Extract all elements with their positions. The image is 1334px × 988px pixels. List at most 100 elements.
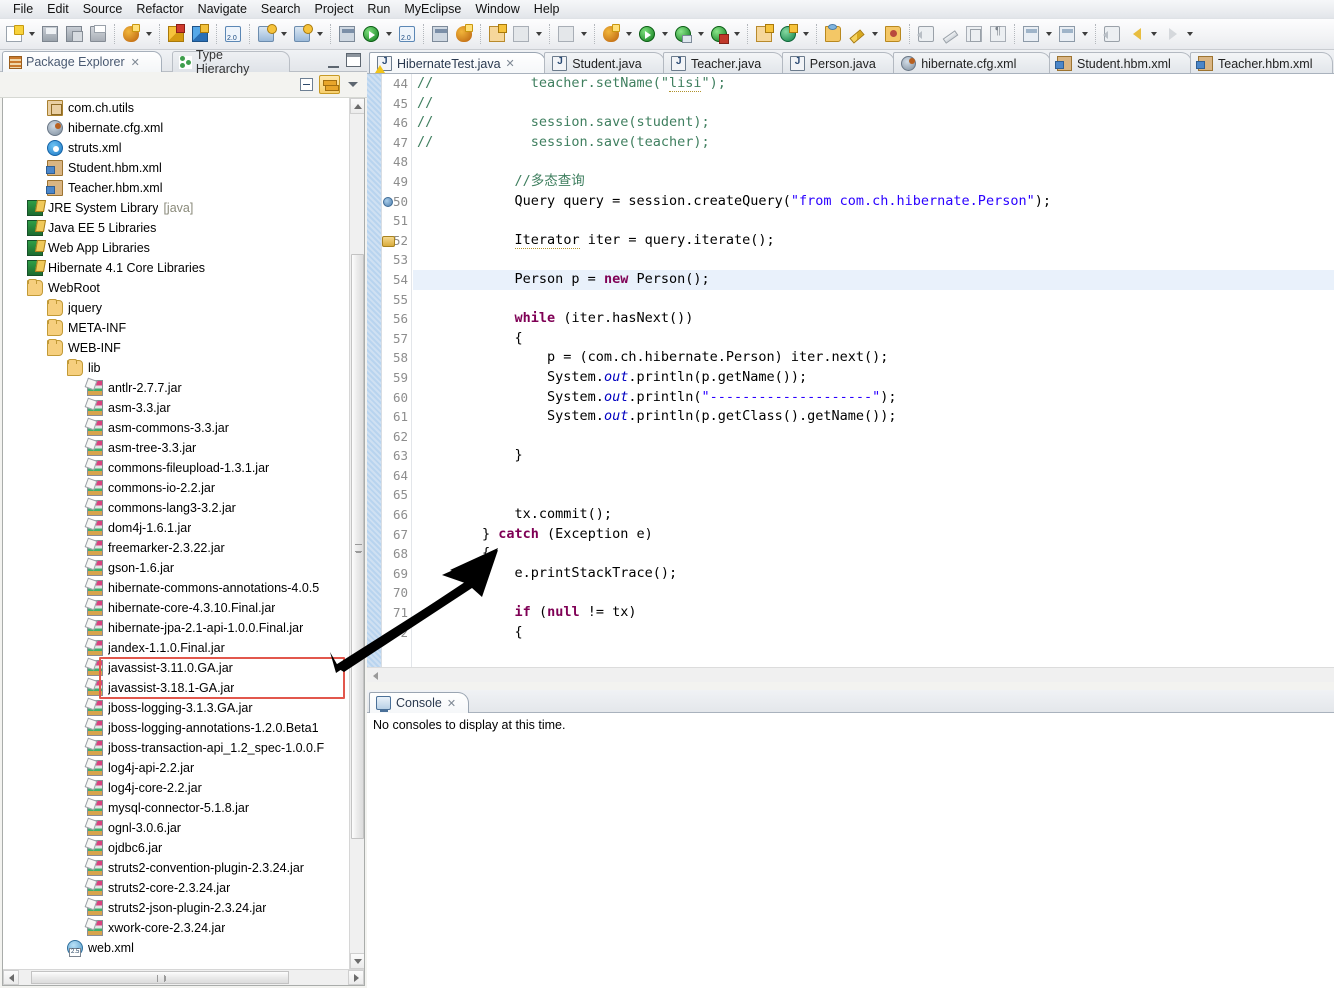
- next-annotation-button[interactable]: [1020, 23, 1042, 45]
- chevron-down-icon[interactable]: [1043, 23, 1054, 45]
- close-icon[interactable]: ✕: [131, 56, 140, 69]
- tree-item[interactable]: gson-1.6.jar: [3, 558, 349, 578]
- chevron-down-icon[interactable]: [26, 23, 37, 45]
- tree-item[interactable]: asm-tree-3.3.jar: [3, 438, 349, 458]
- menu-item-refactor[interactable]: Refactor: [129, 1, 190, 18]
- tree-item[interactable]: asm-3.3.jar: [3, 398, 349, 418]
- menu-item-help[interactable]: Help: [527, 1, 567, 18]
- menu-item-run[interactable]: Run: [360, 1, 397, 18]
- new-element-button[interactable]: [555, 23, 577, 45]
- scroll-up-button[interactable]: [350, 98, 364, 114]
- tree-item[interactable]: ojdbc6.jar: [3, 838, 349, 858]
- tab-console[interactable]: Console ✕: [369, 692, 470, 713]
- web20-tools-button[interactable]: [222, 23, 244, 45]
- edit-button[interactable]: [846, 23, 868, 45]
- link-with-editor-button[interactable]: [319, 75, 340, 94]
- tree-item[interactable]: Hibernate 4.1 Core Libraries: [3, 258, 349, 278]
- editor-tab-hibernate-cfg-xml[interactable]: hibernate.cfg.xml: [893, 52, 1051, 73]
- forward-button[interactable]: [1161, 23, 1183, 45]
- tree-item[interactable]: freemarker-2.3.22.jar: [3, 538, 349, 558]
- deploy-blue-button[interactable]: [189, 23, 211, 45]
- scroll-right-button[interactable]: [348, 970, 364, 985]
- chevron-down-icon[interactable]: [533, 23, 544, 45]
- scroll-down-button[interactable]: [350, 953, 364, 969]
- menu-item-project[interactable]: Project: [308, 1, 361, 18]
- chevron-down-icon[interactable]: [1079, 23, 1090, 45]
- tree-item[interactable]: Student.hbm.xml: [3, 158, 349, 178]
- tree-item[interactable]: WEB-INF: [3, 338, 349, 358]
- tree-item[interactable]: Teacher.hbm.xml: [3, 178, 349, 198]
- chevron-down-icon[interactable]: [1148, 23, 1159, 45]
- toggle-mark-occurrences-button[interactable]: [939, 23, 961, 45]
- tree-horizontal-scrollbar[interactable]: [3, 969, 364, 985]
- build-button[interactable]: [453, 23, 475, 45]
- chevron-down-icon[interactable]: [659, 23, 670, 45]
- open-resource-button[interactable]: [822, 23, 844, 45]
- debug-launch-button[interactable]: [672, 23, 694, 45]
- editor-tab-hibernatetest-java[interactable]: HibernateTest.java ✕: [369, 52, 547, 73]
- print-button[interactable]: [87, 23, 109, 45]
- new-package-button[interactable]: [510, 23, 532, 45]
- tree-item[interactable]: struts2-convention-plugin-2.3.24.jar: [3, 858, 349, 878]
- package-explorer-tree[interactable]: com.ch.utils hibernate.cfg.xml struts.xml S…: [3, 98, 349, 969]
- tree-item[interactable]: hibernate-commons-annotations-4.0.5: [3, 578, 349, 598]
- editor-tab-student-hbm-xml[interactable]: Student.hbm.xml: [1049, 52, 1192, 73]
- chevron-down-icon[interactable]: [1184, 23, 1195, 45]
- tree-item[interactable]: com.ch.utils: [3, 98, 349, 118]
- tab-package-explorer[interactable]: Package Explorer ✕: [2, 51, 162, 72]
- deploy-yellow-button[interactable]: [165, 23, 187, 45]
- tree-item[interactable]: xwork-core-2.3.24.jar: [3, 918, 349, 938]
- tree-item[interactable]: javassist-3.18.1-GA.jar: [3, 678, 349, 698]
- menu-item-search[interactable]: Search: [254, 1, 308, 18]
- tree-item[interactable]: struts2-json-plugin-2.3.24.jar: [3, 898, 349, 918]
- menu-item-file[interactable]: File: [6, 1, 40, 18]
- tree-item[interactable]: jandex-1.1.0.Final.jar: [3, 638, 349, 658]
- tree-item[interactable]: commons-lang3-3.2.jar: [3, 498, 349, 518]
- chevron-down-icon[interactable]: [578, 23, 589, 45]
- code-text-area[interactable]: // teacher.setName("lisi"); // // session.…: [413, 74, 1334, 682]
- tree-item[interactable]: Web App Libraries: [3, 238, 349, 258]
- tree-item[interactable]: log4j-api-2.2.jar: [3, 758, 349, 778]
- editor-tab-student-java[interactable]: Student.java: [544, 52, 665, 73]
- myeclipse-db-browser-button[interactable]: [120, 23, 142, 45]
- new-annotation-button[interactable]: [777, 23, 799, 45]
- editor-horizontal-scrollbar[interactable]: [367, 667, 1334, 682]
- tree-item[interactable]: web.xml: [3, 938, 349, 958]
- back-button[interactable]: [1125, 23, 1147, 45]
- tree-item[interactable]: WebRoot: [3, 278, 349, 298]
- java-source-editor[interactable]: 44 45 46 47 48 49 50 51 52 53 54 55 56 57 58 59 60 61 62 63…: [367, 74, 1334, 682]
- tree-item[interactable]: jboss-logging-3.1.3.GA.jar: [3, 698, 349, 718]
- run-server-button[interactable]: [255, 23, 277, 45]
- close-icon[interactable]: ✕: [506, 57, 515, 70]
- chevron-down-icon[interactable]: [869, 23, 880, 45]
- tree-item[interactable]: dom4j-1.6.1.jar: [3, 518, 349, 538]
- scroll-left-button[interactable]: [3, 970, 19, 985]
- tree-item[interactable]: hibernate-jpa-2.1-api-1.0.0.Final.jar: [3, 618, 349, 638]
- chevron-down-icon[interactable]: [800, 23, 811, 45]
- menu-item-navigate[interactable]: Navigate: [191, 1, 254, 18]
- profile-launch-button[interactable]: [708, 23, 730, 45]
- editor-tab-teacher-hbm-xml[interactable]: Teacher.hbm.xml: [1190, 52, 1333, 73]
- web-browser-button[interactable]: [396, 23, 418, 45]
- previous-annotation-button[interactable]: [1056, 23, 1078, 45]
- chevron-down-icon[interactable]: [695, 23, 706, 45]
- menu-item-source[interactable]: Source: [76, 1, 130, 18]
- chevron-down-icon[interactable]: [143, 23, 154, 45]
- quickfix-icon[interactable]: [382, 235, 395, 247]
- editor-tab-person-java[interactable]: Person.java: [781, 52, 896, 73]
- tree-item[interactable]: commons-fileupload-1.3.1.jar: [3, 458, 349, 478]
- tree-item[interactable]: Java EE 5 Libraries: [3, 218, 349, 238]
- save-button[interactable]: [39, 23, 61, 45]
- horizontal-scroll-thumb[interactable]: [31, 971, 289, 984]
- tree-item[interactable]: javassist-3.11.0.GA.jar: [3, 658, 349, 678]
- chevron-down-icon[interactable]: [383, 23, 394, 45]
- tree-item[interactable]: jquery: [3, 298, 349, 318]
- maximize-view-button[interactable]: [346, 53, 361, 67]
- tree-item[interactable]: jboss-transaction-api_1.2_spec-1.0.0.F: [3, 738, 349, 758]
- save-all-button[interactable]: [63, 23, 85, 45]
- tree-item[interactable]: struts2-core-2.3.24.jar: [3, 878, 349, 898]
- open-type-button[interactable]: [336, 23, 358, 45]
- debug-perspective-button[interactable]: [600, 23, 622, 45]
- tree-item[interactable]: asm-commons-3.3.jar: [3, 418, 349, 438]
- tree-item[interactable]: mysql-connector-5.1.8.jar: [3, 798, 349, 818]
